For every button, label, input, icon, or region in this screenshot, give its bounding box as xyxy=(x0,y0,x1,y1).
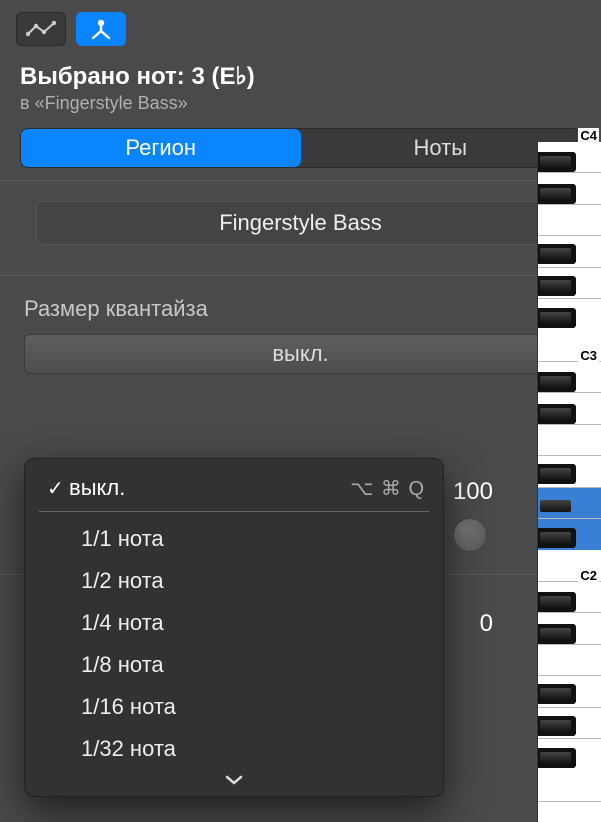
quantize-menu-selected[interactable]: выкл. xyxy=(69,475,125,501)
strength-value: 100 xyxy=(443,478,493,506)
midi-tool-button[interactable] xyxy=(76,12,126,46)
quantize-shortcut: ⌥ ⌘ Q xyxy=(350,476,425,501)
piano-ruler[interactable]: C4 C3 C2 xyxy=(537,142,601,822)
octave-label-c2: C2 xyxy=(578,568,599,583)
quantize-option-1-8[interactable]: 1/8 нота xyxy=(25,644,443,686)
menu-more-icon[interactable] xyxy=(25,770,443,792)
region-name-field[interactable]: Fingerstyle Bass xyxy=(36,201,565,245)
check-icon: ✓ xyxy=(47,476,69,501)
quantize-option-1-2[interactable]: 1/2 нота xyxy=(25,560,443,602)
quantize-option-1-32[interactable]: 1/32 нота xyxy=(25,728,443,770)
quantize-option-1-1[interactable]: 1/1 нота xyxy=(25,518,443,560)
quantize-popup-button[interactable]: выкл. xyxy=(24,334,577,374)
selection-subtitle: в «Fingerstyle Bass» xyxy=(20,93,581,114)
swing-value: 0 xyxy=(443,610,493,638)
quantize-label: Размер квантайза xyxy=(0,296,601,334)
quantize-option-1-4[interactable]: 1/4 нота xyxy=(25,602,443,644)
quantize-menu: ✓ выкл. ⌥ ⌘ Q 1/1 нота 1/2 нота 1/4 нота… xyxy=(24,458,444,797)
octave-label-c4: C4 xyxy=(578,128,599,143)
tab-region[interactable]: Регион xyxy=(21,129,301,167)
octave-label-c3: C3 xyxy=(578,348,599,363)
quantize-option-1-16[interactable]: 1/16 нота xyxy=(25,686,443,728)
selection-title: Выбрано нот: 3 (E♭) xyxy=(20,62,581,91)
region-notes-tabs: Регион Ноты xyxy=(20,128,581,168)
quantize-value: выкл. xyxy=(272,341,328,367)
strength-slider-knob[interactable] xyxy=(453,518,487,552)
automation-tool-button[interactable] xyxy=(16,12,66,46)
